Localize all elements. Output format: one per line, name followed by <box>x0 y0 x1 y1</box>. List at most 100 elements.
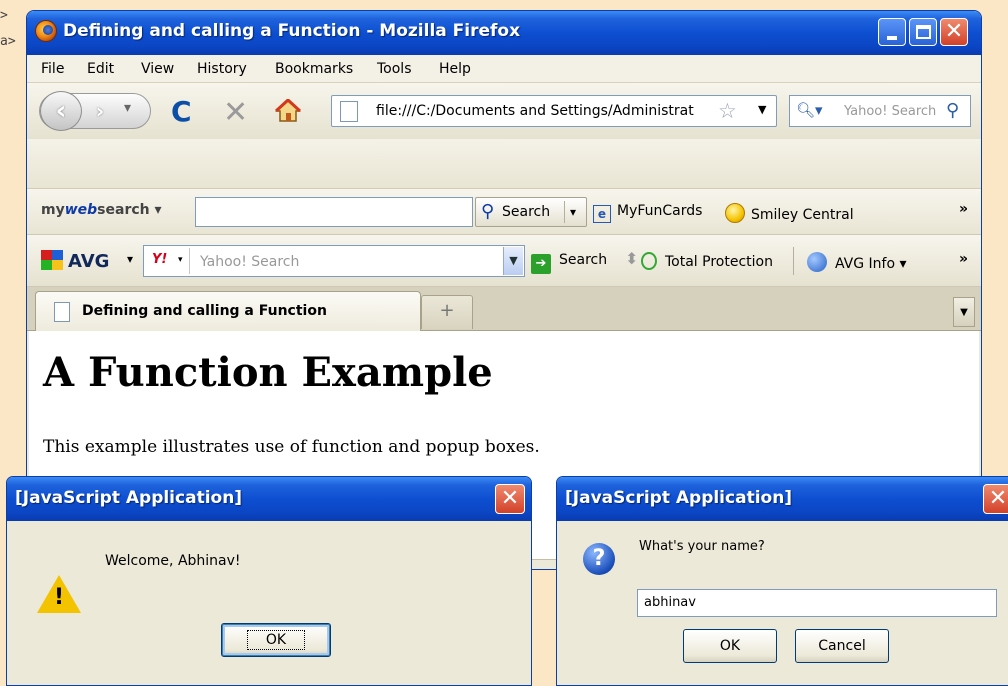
myfuncards-link[interactable]: e MyFunCards <box>593 203 702 223</box>
toolbar-overflow-icon[interactable]: » <box>959 201 968 217</box>
maximize-icon <box>916 25 931 39</box>
protection-icon <box>641 252 657 270</box>
plus-icon: + <box>439 300 455 321</box>
prompt-ok-button[interactable]: OK <box>683 629 777 663</box>
reload-button[interactable]: C <box>171 95 192 128</box>
tab-strip: Defining and calling a Function + ▼ <box>27 287 981 331</box>
window-title: Defining and calling a Function - Mozill… <box>63 21 521 41</box>
smiley-central-link[interactable]: Smiley Central <box>725 203 854 223</box>
avg-search-label: Search <box>559 252 608 268</box>
back-forward-group: ‹ › ▾ <box>39 91 151 131</box>
tab-list-button[interactable]: ▼ <box>953 297 975 327</box>
avg-toolbar: AVG ▾ Y! ▾ Yahoo! Search ▼ ➔ Search ⬍ Tota… <box>27 235 981 287</box>
menu-history[interactable]: History <box>197 61 247 77</box>
close-icon: ✕ <box>988 486 1008 511</box>
menu-edit[interactable]: Edit <box>87 61 114 77</box>
close-button[interactable]: ✕ <box>940 18 968 46</box>
forward-arrow-icon: › <box>95 99 105 123</box>
search-placeholder[interactable]: Yahoo! Search <box>844 104 944 119</box>
search-icon: ⚲ <box>481 201 495 222</box>
tab-active[interactable]: Defining and calling a Function <box>35 291 421 331</box>
avg-search-placeholder[interactable]: Yahoo! Search <box>200 254 299 270</box>
resize-handle-icon[interactable]: ⬍ <box>625 249 638 268</box>
home-door-icon <box>286 113 291 121</box>
page-icon <box>340 101 358 122</box>
divider <box>793 247 794 275</box>
myfuncards-label: MyFunCards <box>617 203 703 219</box>
reload-icon: C <box>171 95 192 128</box>
avg-search-button[interactable]: ➔ Search <box>531 252 607 274</box>
chevron-down-icon: ▼ <box>960 307 968 318</box>
go-arrow-icon: ➔ <box>531 254 551 274</box>
forward-button[interactable]: › <box>86 100 114 124</box>
search-engine-icon[interactable]: 🔍︎▾ <box>796 101 823 119</box>
prompt-close-button[interactable]: ✕ <box>983 484 1008 514</box>
globe-icon <box>807 252 827 272</box>
page-icon <box>54 302 70 322</box>
url-text[interactable]: file:///C:/Documents and Settings/Admini… <box>376 103 716 119</box>
menu-tools[interactable]: Tools <box>377 61 412 77</box>
prompt-title: [JavaScript Application] <box>565 488 793 508</box>
avg-search-combo[interactable]: Y! ▾ Yahoo! Search ▼ <box>143 245 525 277</box>
avg-info-button[interactable]: AVG Info ▾ <box>807 252 907 272</box>
search-bar[interactable]: 🔍︎▾ Yahoo! Search ⚲ <box>789 95 971 127</box>
prompt-ok-label: OK <box>719 638 741 654</box>
page-heading: A Function Example <box>43 349 493 396</box>
mywebsearch-input[interactable] <box>195 197 473 227</box>
prompt-title-bar[interactable]: [JavaScript Application] ✕ <box>557 477 1008 521</box>
alert-title: [JavaScript Application] <box>15 488 243 508</box>
minimize-button[interactable] <box>878 18 906 46</box>
close-icon: ✕ <box>944 19 964 44</box>
menu-bookmarks[interactable]: Bookmarks <box>275 61 353 77</box>
avg-logo-text: AVG <box>68 251 110 272</box>
mywebsearch-toolbar: mywebsearch ▾ ⚲ Search ▾ e MyFunCards Smi… <box>27 189 981 235</box>
url-dropdown-icon[interactable]: ▼ <box>758 103 766 116</box>
minimize-icon <box>887 36 897 40</box>
prompt-cancel-button[interactable]: Cancel <box>795 629 889 663</box>
chevron-down-icon[interactable]: ▾ <box>570 205 576 219</box>
prompt-input[interactable]: abhinav <box>637 589 997 617</box>
menu-help[interactable]: Help <box>439 61 471 77</box>
stop-icon: ✕ <box>223 95 249 130</box>
alert-ok-button[interactable]: OK <box>221 623 331 657</box>
page-paragraph: This example illustrates use of function… <box>43 437 540 457</box>
new-tab-button[interactable]: + <box>421 295 473 329</box>
menu-view[interactable]: View <box>141 61 174 77</box>
alert-ok-label: OK <box>246 630 306 650</box>
mywebsearch-logo[interactable]: mywebsearch ▾ <box>41 202 162 218</box>
alert-dialog: [JavaScript Application] ✕ ! Welcome, Ab… <box>6 476 532 686</box>
avg-search-dropdown-button[interactable]: ▼ <box>503 247 523 275</box>
alert-title-bar[interactable]: [JavaScript Application] ✕ <box>7 477 531 521</box>
avg-menu-dropdown-icon[interactable]: ▾ <box>127 252 133 266</box>
warning-exclamation-icon: ! <box>53 585 65 610</box>
mywebsearch-logo-search: search <box>97 202 150 218</box>
funcards-icon: e <box>593 205 611 223</box>
menu-file[interactable]: File <box>41 61 64 77</box>
yahoo-icon: Y! <box>152 252 168 267</box>
home-button[interactable] <box>275 99 301 123</box>
history-dropdown-icon[interactable]: ▾ <box>124 100 131 116</box>
avg-info-label: AVG Info <box>835 256 896 272</box>
stop-button[interactable]: ✕ <box>223 95 248 130</box>
maximize-button[interactable] <box>909 18 937 46</box>
mywebsearch-search-button[interactable]: ⚲ Search ▾ <box>475 197 587 227</box>
window-title-bar[interactable]: Defining and calling a Function - Mozill… <box>27 11 981 55</box>
mywebsearch-logo-my: my <box>41 202 65 218</box>
firefox-logo-icon <box>35 20 57 42</box>
total-protection-button[interactable]: Total Protection <box>641 252 773 270</box>
back-arrow-icon: ‹ <box>55 96 67 126</box>
total-protection-label: Total Protection <box>665 254 773 270</box>
url-bar[interactable]: file:///C:/Documents and Settings/Admini… <box>331 95 777 127</box>
back-button[interactable]: ‹ <box>40 91 82 131</box>
search-go-icon[interactable]: ⚲ <box>946 100 959 121</box>
smiley-central-label: Smiley Central <box>751 207 854 223</box>
alert-close-button[interactable]: ✕ <box>495 484 525 514</box>
avg-logo[interactable]: AVG <box>41 250 109 272</box>
alert-message: Welcome, Abhinav! <box>105 553 241 569</box>
smiley-icon <box>725 203 745 223</box>
prompt-message: What's your name? <box>639 539 765 554</box>
yahoo-engine-selector[interactable]: Y! ▾ <box>146 248 190 274</box>
empty-toolbar <box>27 139 981 189</box>
bookmark-star-icon[interactable]: ☆ <box>718 99 737 123</box>
toolbar-overflow-icon[interactable]: » <box>959 251 968 267</box>
